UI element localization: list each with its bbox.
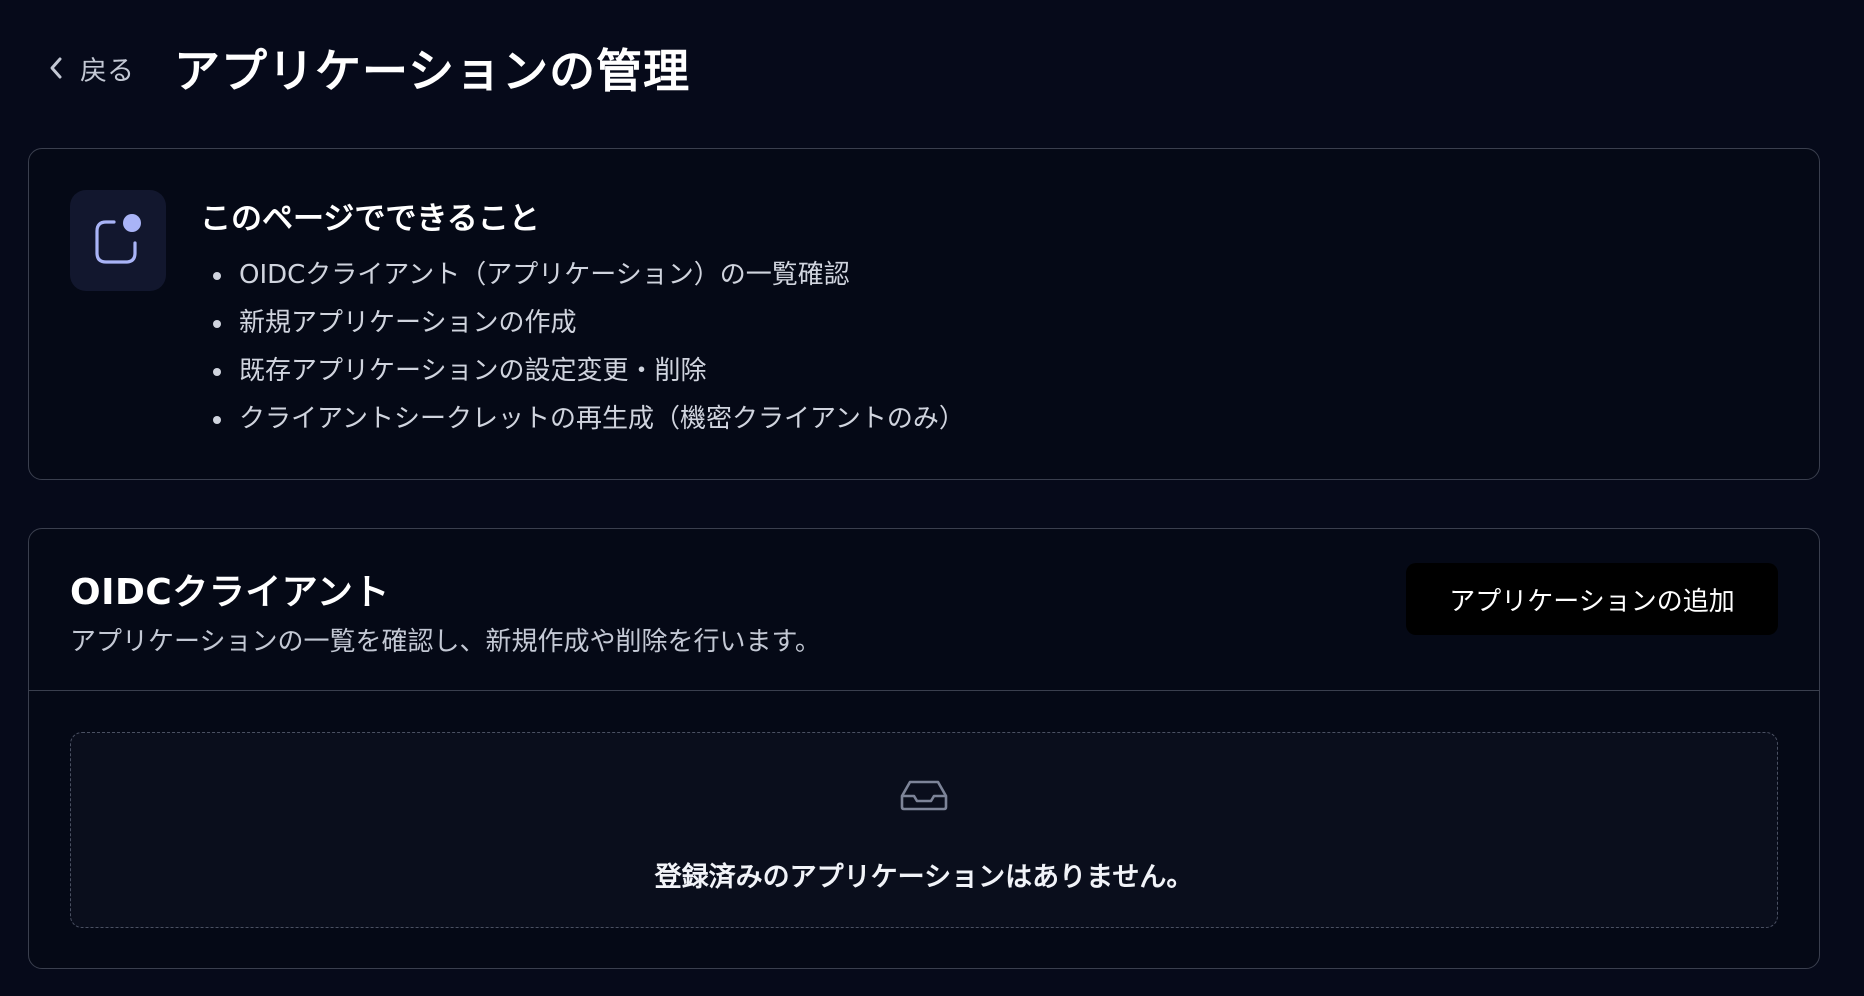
page-title: アプリケーションの管理 [174,44,691,98]
clients-card-header: OIDCクライアント アプリケーションの一覧を確認し、新規作成や削除を行います。… [29,529,1819,691]
back-label: 戻る [80,55,134,87]
page-header: 戻る アプリケーションの管理 [48,36,690,100]
info-list-item: OIDCクライアント（アプリケーション）の一覧確認 [200,251,965,299]
info-list: OIDCクライアント（アプリケーション）の一覧確認 新規アプリケーションの作成 … [200,251,965,443]
info-list-item: 既存アプリケーションの設定変更・削除 [200,347,965,395]
info-title: このページでできること [200,201,540,237]
info-list-item: 新規アプリケーションの作成 [200,299,965,347]
back-link[interactable]: 戻る [48,49,134,88]
info-icon-box [70,190,166,291]
clients-description: アプリケーションの一覧を確認し、新規作成や削除を行います。 [70,627,821,657]
inbox-icon [900,780,948,811]
oidc-clients-card: OIDCクライアント アプリケーションの一覧を確認し、新規作成や削除を行います。… [28,528,1820,969]
clients-title: OIDCクライアント [70,572,390,613]
chevron-left-icon [50,57,62,79]
empty-state: 登録済みのアプリケーションはありません。 [70,732,1778,928]
info-card: このページでできること OIDCクライアント（アプリケーション）の一覧確認 新規… [28,148,1820,480]
add-application-button[interactable]: アプリケーションの追加 [1406,563,1778,635]
empty-state-message: 登録済みのアプリケーションはありません。 [654,862,1194,893]
info-list-item: クライアントシークレットの再生成（機密クライアントのみ） [200,395,965,443]
app-notification-icon [95,213,141,264]
